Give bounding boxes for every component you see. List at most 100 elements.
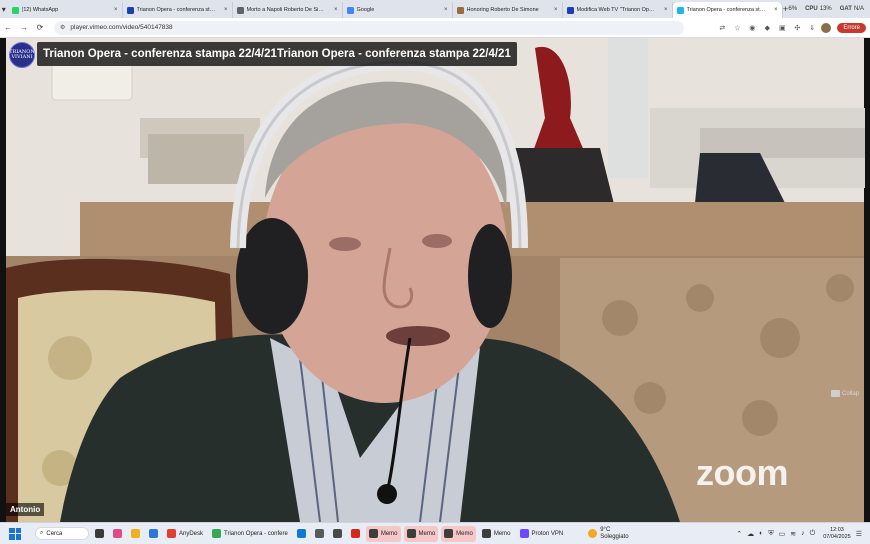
taskbar-app-icon [406,529,416,538]
taskbar-app-button[interactable]: Trianon Opera - confere [209,526,291,542]
taskbar-app-button[interactable] [92,526,107,542]
taskbar-app-button[interactable] [312,526,327,542]
tray-battery-icon[interactable]: ▭ [779,530,786,538]
taskbar-app-icon [131,529,140,538]
stat-label: CPU [805,6,818,12]
collapse-icon [831,390,840,397]
video-title[interactable]: Trianon Opera - conferenza stampa 22/4/2… [37,42,517,66]
taskbar-app-icon [212,529,222,538]
tray-cloud-icon[interactable]: ☁ [747,530,754,538]
tab-label: Trianon Opera - conferenza st… [136,7,216,13]
sun-icon [588,529,598,538]
browser-tab[interactable]: Honoring Roberto De Simone × [453,2,563,18]
browser-tab[interactable]: Google × [343,2,453,18]
taskbar-app-icon [444,529,454,538]
taskbar-app-button[interactable] [128,526,143,542]
taskbar-app-icon [113,529,122,538]
collapse-sidebar-button[interactable]: Collap [831,390,859,397]
tab-favicon-icon [236,6,244,14]
tab-label: Google [356,7,375,13]
tab-list: (12) WhatsApp × Trianon Opera - conferenza… [8,0,783,18]
taskbar-app-button[interactable]: Proton VPN [517,526,567,542]
taskbar-app-label: Memo [456,530,473,537]
system-stat: GAT N/A [840,6,864,12]
taskbar-app-button[interactable] [330,526,345,542]
taskbar-app-button[interactable] [146,526,161,542]
error-button[interactable]: Errore [837,22,866,33]
power-icon[interactable]: ⏻ [810,530,816,538]
browser-tab[interactable]: Morto a Napoli Roberto De Si… × [233,2,343,18]
taskbar-app-icon [519,529,529,538]
tray-shield-icon[interactable]: ⛨ [768,530,773,538]
taskbar-app-label: Proton VPN [531,530,564,537]
tab-favicon-icon [346,6,354,14]
tab-label: Trianon Opera - conferenza st… [686,7,766,13]
video-player[interactable]: TRIANON VIVIANI Trianon Opera - conferen… [0,38,870,522]
taskbar-app-button[interactable] [110,526,125,542]
taskbar-app-button[interactable]: Memo [403,525,439,542]
profile-avatar[interactable] [821,22,832,33]
reload-icon[interactable]: ⟳ [32,20,48,36]
taskbar-apps: AnyDesk Trianon Opera - confere Memo Memo Me… [89,525,567,542]
clock-date: 07/04/2025 [823,533,851,540]
tab-close-icon[interactable]: × [664,7,668,13]
taskbar-app-label: Trianon Opera - confere [224,530,288,537]
taskbar-app-button[interactable]: AnyDesk [164,526,206,542]
forward-icon[interactable]: → [16,20,32,36]
site-info-icon[interactable]: ⚙ [60,24,65,31]
tab-label: Modifica Web TV "Trianon Op… [576,7,655,13]
bookmark-star-icon[interactable]: ☆ [731,22,743,34]
taskbar-app-icon [481,529,491,538]
address-url: player.vimeo.com/video/540147838 [70,24,173,31]
extension-icon-2[interactable]: ◆ [761,22,773,34]
extension-icon-1[interactable]: ◉ [746,22,758,34]
weather-temp: 9°C [600,526,611,533]
browser-tab[interactable]: (12) WhatsApp × [8,2,123,18]
browser-tab[interactable]: Trianon Opera - conferenza st… × [123,2,233,18]
speaker-name-label: Antonio [6,503,45,516]
taskbar-app-label: Memo [493,530,511,537]
taskbar-app-button[interactable] [294,526,309,542]
taskbar-app-icon [95,529,104,538]
browser-toolbar: ← → ⟳ ⚙ player.vimeo.com/video/540147838… [0,18,870,38]
windows-start-icon[interactable] [7,526,23,542]
stat-label: GAT [839,6,852,12]
tray-app-icon[interactable]: ◐ [759,530,763,537]
tab-close-icon[interactable]: × [774,7,778,13]
notifications-icon[interactable]: ☰ [856,530,862,538]
address-bar[interactable]: ⚙ player.vimeo.com/video/540147838 [54,20,684,35]
taskbar-app-icon [350,529,360,538]
system-tray: ⌃ ☁ ◐ ⛨ ▭ ≋ ♪ ⏻ 12:03 07/04/2025 ☰ [736,527,870,540]
taskbar-app-button[interactable]: Memo [479,526,514,542]
taskbar-app-label: AnyDesk [179,530,204,537]
tab-close-icon[interactable]: × [554,7,558,13]
wifi-icon[interactable]: ≋ [790,530,796,538]
tab-close-icon[interactable]: × [444,7,448,13]
taskbar-app-button[interactable]: Memo [441,525,476,542]
tab-close-icon[interactable]: × [114,7,118,13]
browser-tab[interactable]: Modifica Web TV "Trianon Op… × [563,2,673,18]
taskbar-app-button[interactable]: Memo [365,525,401,542]
collapse-label: Collap [842,390,860,397]
taskbar-app-icon [167,529,176,538]
extension-icon-3[interactable]: ▣ [776,22,788,34]
volume-icon[interactable]: ♪ [801,530,805,537]
toolbar-actions: ⇄ ☆ ◉ ◆ ▣ ✣ ⇓ Errore [716,22,870,34]
downloads-icon[interactable]: ⇓ [806,22,818,34]
channel-logo[interactable]: TRIANON VIVIANI [9,42,35,68]
tab-favicon-icon [11,6,19,14]
taskbar-search[interactable]: ⌕ Cerca [35,527,89,540]
tab-search-icon[interactable]: ▾ [0,0,8,18]
browser-tab[interactable]: Trianon Opera - conferenza st… × [672,2,783,18]
translate-icon[interactable]: ⇄ [716,22,728,34]
taskbar-app-button[interactable] [348,526,363,542]
zoom-watermark: zoom [696,452,789,493]
weather-widget[interactable]: 9°C Soleggiato [588,526,629,541]
tray-chevron-icon[interactable]: ⌃ [736,530,742,538]
windows-taskbar: ⌕ Cerca AnyDesk Trianon Opera - confere Me… [0,522,870,544]
tab-close-icon[interactable]: × [334,7,338,13]
back-icon[interactable]: ← [0,20,16,36]
extensions-puzzle-icon[interactable]: ✣ [791,22,803,34]
tab-close-icon[interactable]: × [224,7,228,13]
taskbar-clock[interactable]: 12:03 07/04/2025 [823,527,851,540]
